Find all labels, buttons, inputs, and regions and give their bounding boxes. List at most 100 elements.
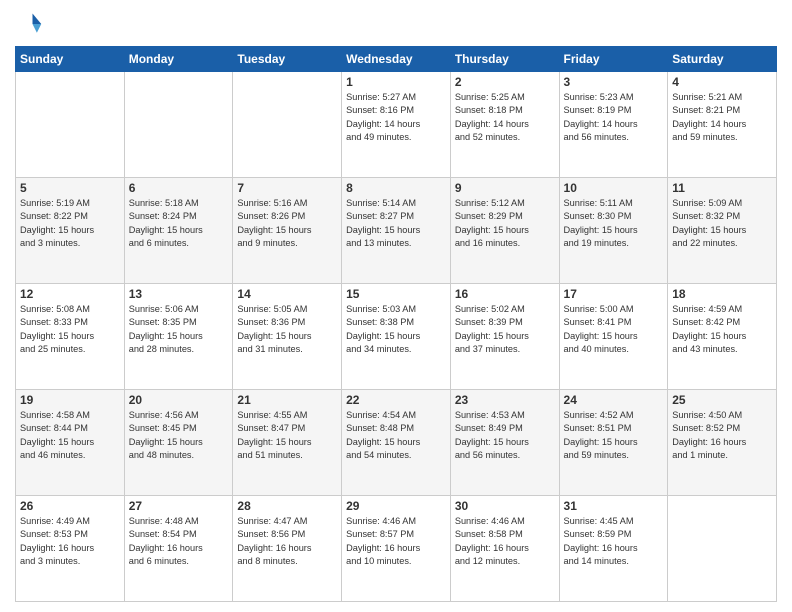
day-number: 28 bbox=[237, 499, 337, 513]
day-number: 9 bbox=[455, 181, 555, 195]
day-info: Sunrise: 5:16 AM Sunset: 8:26 PM Dayligh… bbox=[237, 197, 337, 250]
calendar-cell: 9 Sunrise: 5:12 AM Sunset: 8:29 PM Daylig… bbox=[450, 178, 559, 284]
weekday-header-sunday: Sunday bbox=[16, 47, 125, 72]
day-number: 1 bbox=[346, 75, 446, 89]
day-number: 13 bbox=[129, 287, 229, 301]
day-number: 4 bbox=[672, 75, 772, 89]
day-info: Sunrise: 5:02 AM Sunset: 8:39 PM Dayligh… bbox=[455, 303, 555, 356]
page: SundayMondayTuesdayWednesdayThursdayFrid… bbox=[0, 0, 792, 612]
day-info: Sunrise: 5:06 AM Sunset: 8:35 PM Dayligh… bbox=[129, 303, 229, 356]
day-info: Sunrise: 5:25 AM Sunset: 8:18 PM Dayligh… bbox=[455, 91, 555, 144]
calendar-cell: 11Sunrise: 5:09 AM Sunset: 8:32 PM Dayli… bbox=[668, 178, 777, 284]
calendar-table: SundayMondayTuesdayWednesdayThursdayFrid… bbox=[15, 46, 777, 602]
day-number: 24 bbox=[564, 393, 664, 407]
weekday-header-monday: Monday bbox=[124, 47, 233, 72]
calendar-cell: 19 Sunrise: 4:58 AM Sunset: 8:44 PM Dayli… bbox=[16, 390, 125, 496]
day-number: 17 bbox=[564, 287, 664, 301]
day-info: Sunrise: 4:48 AM Sunset: 8:54 PM Dayligh… bbox=[129, 515, 229, 568]
day-number: 12 bbox=[20, 287, 120, 301]
day-number: 16 bbox=[455, 287, 555, 301]
day-info: Sunrise: 5:08 AM Sunset: 8:33 PM Dayligh… bbox=[20, 303, 120, 356]
day-info: Sunrise: 5:00 AM Sunset: 8:41 PM Dayligh… bbox=[564, 303, 664, 356]
calendar-cell: 8 Sunrise: 5:14 AM Sunset: 8:27 PM Daylig… bbox=[342, 178, 451, 284]
day-info: Sunrise: 4:54 AM Sunset: 8:48 PM Dayligh… bbox=[346, 409, 446, 462]
day-number: 19 bbox=[20, 393, 120, 407]
calendar-cell: 14 Sunrise: 5:05 AM Sunset: 8:36 PM Dayli… bbox=[233, 284, 342, 390]
calendar-cell: 29 Sunrise: 4:46 AM Sunset: 8:57 PM Dayli… bbox=[342, 496, 451, 602]
day-info: Sunrise: 4:55 AM Sunset: 8:47 PM Dayligh… bbox=[237, 409, 337, 462]
calendar-cell: 17 Sunrise: 5:00 AM Sunset: 8:41 PM Dayli… bbox=[559, 284, 668, 390]
day-info: Sunrise: 5:19 AM Sunset: 8:22 PM Dayligh… bbox=[20, 197, 120, 250]
calendar-cell: 26 Sunrise: 4:49 AM Sunset: 8:53 PM Dayli… bbox=[16, 496, 125, 602]
calendar-cell: 27 Sunrise: 4:48 AM Sunset: 8:54 PM Dayli… bbox=[124, 496, 233, 602]
day-number: 29 bbox=[346, 499, 446, 513]
calendar-cell: 20 Sunrise: 4:56 AM Sunset: 8:45 PM Dayli… bbox=[124, 390, 233, 496]
calendar-cell: 2 Sunrise: 5:25 AM Sunset: 8:18 PM Daylig… bbox=[450, 72, 559, 178]
calendar-cell: 28 Sunrise: 4:47 AM Sunset: 8:56 PM Dayli… bbox=[233, 496, 342, 602]
day-number: 10 bbox=[564, 181, 664, 195]
day-number: 27 bbox=[129, 499, 229, 513]
day-number: 11 bbox=[672, 181, 772, 195]
day-number: 25 bbox=[672, 393, 772, 407]
day-info: Sunrise: 4:56 AM Sunset: 8:45 PM Dayligh… bbox=[129, 409, 229, 462]
calendar-cell: 23Sunrise: 4:53 AM Sunset: 8:49 PM Dayli… bbox=[450, 390, 559, 496]
day-info: Sunrise: 5:03 AM Sunset: 8:38 PM Dayligh… bbox=[346, 303, 446, 356]
day-number: 2 bbox=[455, 75, 555, 89]
calendar-cell: 12 Sunrise: 5:08 AM Sunset: 8:33 PM Dayli… bbox=[16, 284, 125, 390]
calendar-cell: 21 Sunrise: 4:55 AM Sunset: 8:47 PM Dayli… bbox=[233, 390, 342, 496]
calendar-cell: 4 Sunrise: 5:21 AM Sunset: 8:21 PM Daylig… bbox=[668, 72, 777, 178]
weekday-header-friday: Friday bbox=[559, 47, 668, 72]
day-info: Sunrise: 4:46 AM Sunset: 8:58 PM Dayligh… bbox=[455, 515, 555, 568]
day-number: 3 bbox=[564, 75, 664, 89]
day-info: Sunrise: 4:47 AM Sunset: 8:56 PM Dayligh… bbox=[237, 515, 337, 568]
calendar-cell: 13 Sunrise: 5:06 AM Sunset: 8:35 PM Dayli… bbox=[124, 284, 233, 390]
calendar-week-3: 12 Sunrise: 5:08 AM Sunset: 8:33 PM Dayli… bbox=[16, 284, 777, 390]
day-info: Sunrise: 4:50 AM Sunset: 8:52 PM Dayligh… bbox=[672, 409, 772, 462]
weekday-header-saturday: Saturday bbox=[668, 47, 777, 72]
day-info: Sunrise: 5:27 AM Sunset: 8:16 PM Dayligh… bbox=[346, 91, 446, 144]
day-number: 20 bbox=[129, 393, 229, 407]
logo bbox=[15, 10, 47, 38]
weekday-header-row: SundayMondayTuesdayWednesdayThursdayFrid… bbox=[16, 47, 777, 72]
day-number: 5 bbox=[20, 181, 120, 195]
day-number: 30 bbox=[455, 499, 555, 513]
calendar-cell bbox=[16, 72, 125, 178]
calendar-cell: 24Sunrise: 4:52 AM Sunset: 8:51 PM Dayli… bbox=[559, 390, 668, 496]
day-info: Sunrise: 5:21 AM Sunset: 8:21 PM Dayligh… bbox=[672, 91, 772, 144]
day-number: 8 bbox=[346, 181, 446, 195]
day-number: 15 bbox=[346, 287, 446, 301]
calendar-cell: 30 Sunrise: 4:46 AM Sunset: 8:58 PM Dayli… bbox=[450, 496, 559, 602]
calendar-cell: 6 Sunrise: 5:18 AM Sunset: 8:24 PM Daylig… bbox=[124, 178, 233, 284]
day-number: 14 bbox=[237, 287, 337, 301]
day-info: Sunrise: 4:58 AM Sunset: 8:44 PM Dayligh… bbox=[20, 409, 120, 462]
day-number: 21 bbox=[237, 393, 337, 407]
calendar-cell: 1 Sunrise: 5:27 AM Sunset: 8:16 PM Daylig… bbox=[342, 72, 451, 178]
day-info: Sunrise: 5:14 AM Sunset: 8:27 PM Dayligh… bbox=[346, 197, 446, 250]
weekday-header-thursday: Thursday bbox=[450, 47, 559, 72]
logo-icon bbox=[15, 10, 43, 38]
day-info: Sunrise: 5:05 AM Sunset: 8:36 PM Dayligh… bbox=[237, 303, 337, 356]
day-number: 31 bbox=[564, 499, 664, 513]
header bbox=[15, 10, 777, 38]
day-number: 22 bbox=[346, 393, 446, 407]
calendar-cell: 16 Sunrise: 5:02 AM Sunset: 8:39 PM Dayli… bbox=[450, 284, 559, 390]
calendar-week-1: 1 Sunrise: 5:27 AM Sunset: 8:16 PM Daylig… bbox=[16, 72, 777, 178]
weekday-header-wednesday: Wednesday bbox=[342, 47, 451, 72]
day-info: Sunrise: 4:46 AM Sunset: 8:57 PM Dayligh… bbox=[346, 515, 446, 568]
day-info: Sunrise: 5:12 AM Sunset: 8:29 PM Dayligh… bbox=[455, 197, 555, 250]
calendar-cell: 25 Sunrise: 4:50 AM Sunset: 8:52 PM Dayli… bbox=[668, 390, 777, 496]
calendar-cell: 15 Sunrise: 5:03 AM Sunset: 8:38 PM Dayli… bbox=[342, 284, 451, 390]
day-number: 26 bbox=[20, 499, 120, 513]
day-info: Sunrise: 4:45 AM Sunset: 8:59 PM Dayligh… bbox=[564, 515, 664, 568]
day-info: Sunrise: 5:18 AM Sunset: 8:24 PM Dayligh… bbox=[129, 197, 229, 250]
calendar-cell bbox=[124, 72, 233, 178]
calendar-cell: 7Sunrise: 5:16 AM Sunset: 8:26 PM Daylig… bbox=[233, 178, 342, 284]
calendar-cell: 31 Sunrise: 4:45 AM Sunset: 8:59 PM Dayli… bbox=[559, 496, 668, 602]
calendar-cell: 3 Sunrise: 5:23 AM Sunset: 8:19 PM Daylig… bbox=[559, 72, 668, 178]
calendar-cell bbox=[233, 72, 342, 178]
day-number: 6 bbox=[129, 181, 229, 195]
calendar-week-2: 5 Sunrise: 5:19 AM Sunset: 8:22 PM Daylig… bbox=[16, 178, 777, 284]
day-info: Sunrise: 4:49 AM Sunset: 8:53 PM Dayligh… bbox=[20, 515, 120, 568]
day-info: Sunrise: 5:11 AM Sunset: 8:30 PM Dayligh… bbox=[564, 197, 664, 250]
day-info: Sunrise: 5:23 AM Sunset: 8:19 PM Dayligh… bbox=[564, 91, 664, 144]
